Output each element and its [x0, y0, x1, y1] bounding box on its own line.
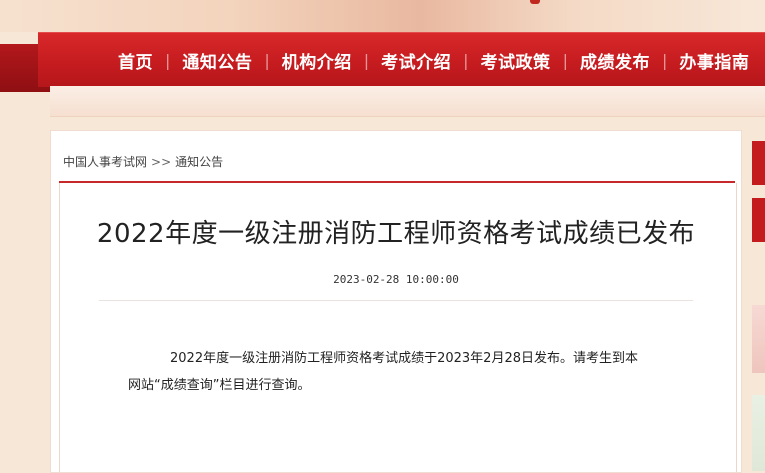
article-body-line-1: 2022年度一级注册消防工程师资格考试成绩于2023年2月28日发布。请考生到本: [170, 351, 638, 366]
nav-list: 首页 | 通知公告 | 机构介绍 | 考试介绍 | 考试政策 | 成绩发布 | …: [98, 33, 761, 87]
breadcrumb: 中国人事考试网 >> 通知公告: [63, 153, 223, 170]
nav-separator: |: [463, 50, 469, 70]
article-title: 2022年度一级注册消防工程师资格考试成绩已发布: [96, 219, 696, 249]
breadcrumb-separator: >>: [151, 155, 172, 169]
top-banner: [0, 0, 765, 32]
article-date: 2023-02-28 10:00:00: [333, 273, 459, 286]
side-banner[interactable]: [752, 395, 765, 471]
nav-separator: |: [165, 50, 171, 70]
nav-item-notices[interactable]: 通知公告: [170, 48, 264, 73]
sub-nav-strip: [50, 86, 765, 117]
nav-item-policy[interactable]: 考试政策: [469, 48, 563, 73]
nav-item-scores[interactable]: 成绩发布: [568, 48, 662, 73]
side-red-tab[interactable]: [752, 198, 765, 242]
breadcrumb-current-link[interactable]: 通知公告: [175, 155, 223, 169]
nav-item-about[interactable]: 机构介绍: [270, 48, 364, 73]
nav-item-exams[interactable]: 考试介绍: [369, 48, 463, 73]
banner-decoration: [530, 0, 540, 4]
side-red-tab[interactable]: [752, 141, 765, 185]
main-navbar: 首页 | 通知公告 | 机构介绍 | 考试介绍 | 考试政策 | 成绩发布 | …: [38, 32, 765, 87]
title-divider: [99, 300, 693, 301]
nav-separator: |: [661, 50, 668, 70]
nav-item-guide[interactable]: 办事指南: [667, 48, 761, 73]
content-card: 中国人事考试网 >> 通知公告 2022年度一级注册消防工程师资格考试成绩已发布 2…: [50, 130, 742, 473]
side-banner[interactable]: [752, 305, 765, 373]
nav-item-home[interactable]: 首页: [98, 48, 165, 73]
nav-separator: |: [363, 50, 370, 70]
article-body-line-2: 网站“成绩查询”栏目进行查询。: [128, 378, 311, 393]
nav-separator: |: [264, 50, 270, 70]
article-body: 2022年度一级注册消防工程师资格考试成绩于2023年2月28日发布。请考生到本…: [128, 345, 668, 399]
nav-separator: |: [562, 50, 568, 70]
breadcrumb-home-link[interactable]: 中国人事考试网: [63, 155, 147, 169]
